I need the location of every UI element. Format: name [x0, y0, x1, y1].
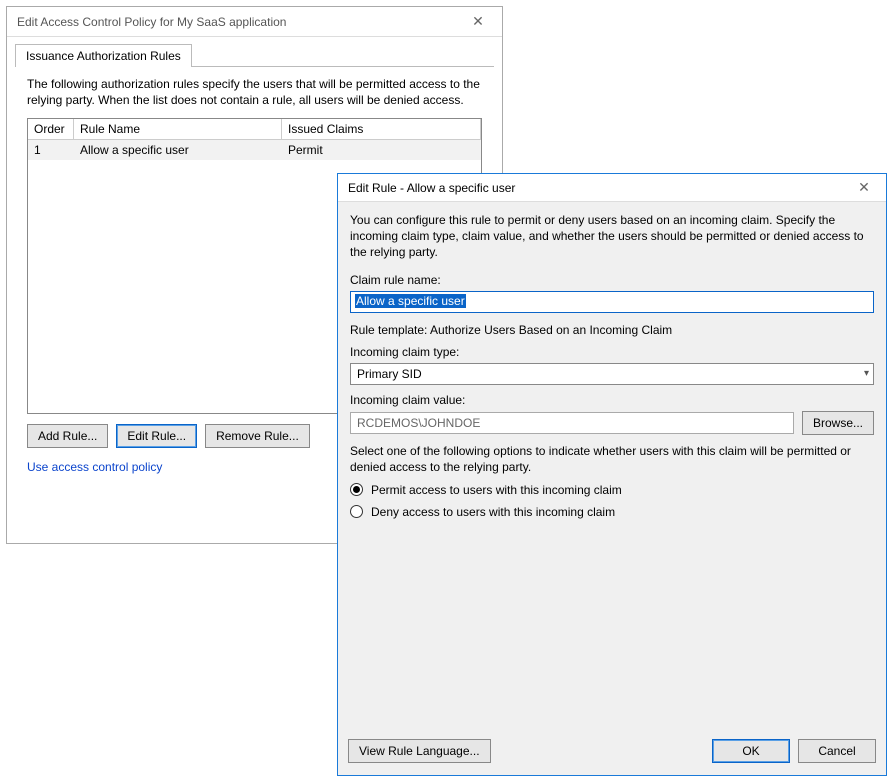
use-access-control-policy-link[interactable]: Use access control policy [27, 460, 162, 474]
chevron-down-icon: ▾ [864, 368, 869, 379]
tabstrip: Issuance Authorization Rules [15, 43, 494, 67]
incoming-claim-value-input[interactable]: RCDEMOS\JOHNDOE [350, 412, 794, 434]
edit-rule-dialog: Edit Rule - Allow a specific user ✕ You … [337, 173, 887, 776]
cancel-button[interactable]: Cancel [798, 739, 876, 763]
incoming-claim-value-text: RCDEMOS\JOHNDOE [357, 416, 480, 430]
permit-label: Permit access to users with this incomin… [371, 483, 622, 497]
intro-text: The following authorization rules specif… [27, 77, 482, 108]
table-header: Order Rule Name Issued Claims [28, 119, 481, 140]
claim-rule-name-value: Allow a specific user [355, 294, 466, 308]
instructions: You can configure this rule to permit or… [350, 212, 874, 261]
deny-option[interactable]: Deny access to users with this incoming … [350, 505, 874, 519]
titlebar: Edit Access Control Policy for My SaaS a… [7, 7, 502, 37]
remove-rule-button[interactable]: Remove Rule... [205, 424, 310, 448]
incoming-claim-type-label: Incoming claim type: [350, 345, 874, 359]
close-icon[interactable]: ✕ [848, 176, 880, 200]
view-rule-language-button[interactable]: View Rule Language... [348, 739, 491, 763]
claim-rule-name-label: Claim rule name: [350, 273, 874, 287]
radio-deny[interactable] [350, 505, 363, 518]
claim-rule-name-input[interactable]: Allow a specific user [350, 291, 874, 313]
incoming-claim-type-select[interactable]: Primary SID ▾ [350, 363, 874, 385]
dialog-footer: View Rule Language... OK Cancel [348, 739, 876, 763]
dialog-body: You can configure this rule to permit or… [338, 202, 886, 527]
cell-order: 1 [28, 140, 74, 160]
incoming-claim-value-label: Incoming claim value: [350, 393, 874, 407]
edit-rule-button[interactable]: Edit Rule... [116, 424, 197, 448]
deny-label: Deny access to users with this incoming … [371, 505, 615, 519]
browse-button[interactable]: Browse... [802, 411, 874, 435]
cell-claims: Permit [282, 140, 481, 160]
titlebar: Edit Rule - Allow a specific user ✕ [338, 174, 886, 202]
incoming-claim-type-value: Primary SID [357, 367, 422, 381]
permit-option[interactable]: Permit access to users with this incomin… [350, 483, 874, 497]
col-header-name[interactable]: Rule Name [74, 119, 282, 140]
cell-name: Allow a specific user [74, 140, 282, 160]
table-row[interactable]: 1 Allow a specific user Permit [28, 140, 481, 160]
ok-button[interactable]: OK [712, 739, 790, 763]
option-instructions: Select one of the following options to i… [350, 443, 874, 475]
rule-template-text: Rule template: Authorize Users Based on … [350, 323, 874, 337]
close-icon[interactable]: ✕ [462, 10, 494, 34]
tab-issuance-authorization-rules[interactable]: Issuance Authorization Rules [15, 44, 192, 67]
col-header-order[interactable]: Order [28, 119, 74, 140]
add-rule-button[interactable]: Add Rule... [27, 424, 108, 448]
col-header-claims[interactable]: Issued Claims [282, 119, 481, 140]
dialog-title: Edit Rule - Allow a specific user [348, 181, 515, 195]
dialog-title: Edit Access Control Policy for My SaaS a… [17, 15, 286, 29]
radio-permit[interactable] [350, 483, 363, 496]
incoming-claim-value-row: RCDEMOS\JOHNDOE Browse... [350, 411, 874, 435]
